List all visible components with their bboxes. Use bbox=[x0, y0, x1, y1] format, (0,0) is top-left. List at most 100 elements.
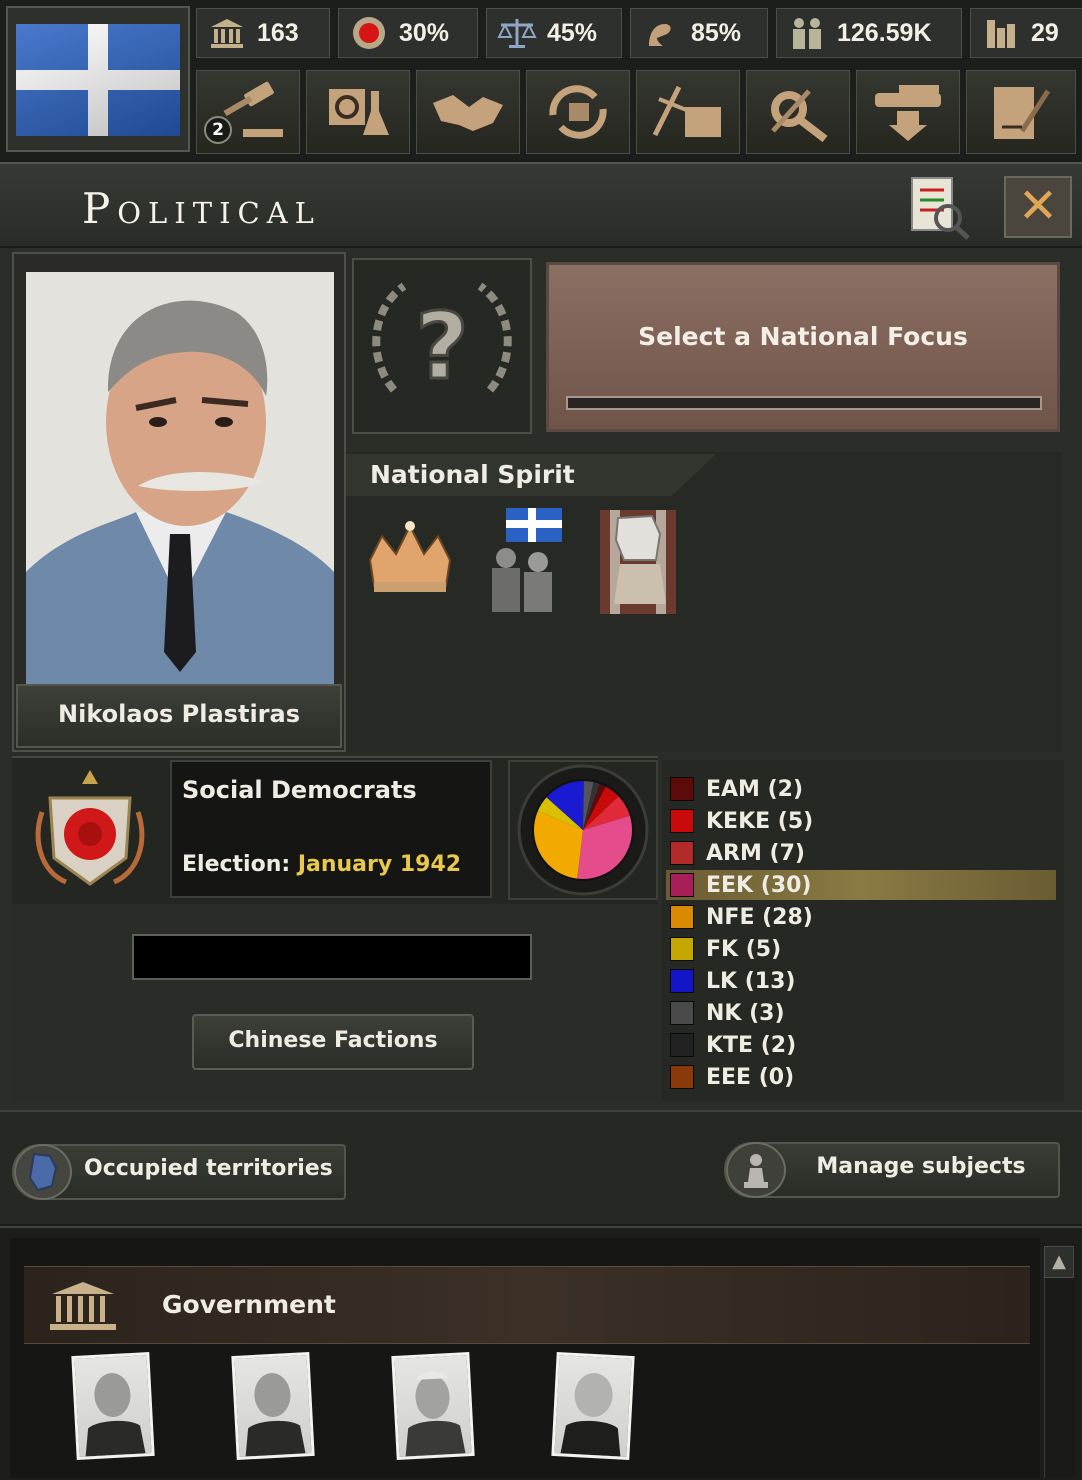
party-list-label: EEK (30) bbox=[706, 872, 812, 898]
manpower-counter[interactable]: 85% bbox=[630, 8, 768, 58]
war-support-icon bbox=[495, 13, 539, 53]
checklist-icon bbox=[911, 177, 970, 240]
minister-portrait-icon bbox=[560, 1373, 621, 1457]
party-list-item[interactable]: NFE (28) bbox=[666, 902, 1056, 932]
party-color-swatch bbox=[670, 777, 694, 801]
occupied-territories-label: Occupied territories bbox=[84, 1156, 333, 1181]
occupied-territories-icon bbox=[14, 1144, 72, 1200]
leader-name: Nikolaos Plastiras bbox=[58, 700, 300, 728]
page-title: Political bbox=[82, 184, 321, 233]
war-support-counter[interactable]: 45% bbox=[486, 8, 622, 58]
political-power-counter[interactable]: 163 bbox=[196, 8, 330, 58]
diplomacy-button[interactable] bbox=[416, 70, 520, 154]
government-title: Government bbox=[162, 1290, 336, 1319]
party-name-field[interactable] bbox=[132, 934, 532, 980]
stability-counter[interactable]: 30% bbox=[338, 8, 478, 58]
spirit-soldiers-flag[interactable] bbox=[476, 504, 572, 620]
intelligence-button[interactable] bbox=[966, 70, 1076, 154]
national-spirit-title: National Spirit bbox=[370, 460, 575, 489]
party-color-swatch bbox=[670, 905, 694, 929]
party-emblem[interactable] bbox=[20, 762, 160, 902]
select-national-focus-label: Select a National Focus bbox=[638, 322, 968, 351]
party-list-item[interactable]: LK (13) bbox=[666, 966, 1056, 996]
rose-emblem-icon bbox=[35, 770, 145, 886]
party-list-item[interactable]: EEE (0) bbox=[666, 1062, 1056, 1092]
focus-progress-bar bbox=[566, 396, 1042, 410]
election-label: Election: bbox=[182, 852, 298, 877]
party-list-item[interactable]: NK (3) bbox=[666, 998, 1056, 1028]
party-list-label: EAM (2) bbox=[706, 776, 804, 802]
stability-icon bbox=[347, 13, 391, 53]
party-popularity-pie bbox=[517, 764, 649, 896]
army-counter[interactable]: 126.59K bbox=[776, 8, 962, 58]
manage-subjects-label: Manage subjects bbox=[816, 1154, 1026, 1179]
factory-icon bbox=[979, 13, 1023, 53]
party-list-item[interactable]: KTE (2) bbox=[666, 1030, 1056, 1060]
government-scrollbar[interactable] bbox=[1044, 1246, 1075, 1478]
leader-portrait-image bbox=[26, 272, 334, 684]
party-color-swatch bbox=[670, 873, 694, 897]
election-date: January 1942 bbox=[297, 852, 462, 877]
party-popularity-pie-frame[interactable] bbox=[508, 760, 658, 900]
scroll-up-button[interactable]: ▲ bbox=[1044, 1246, 1074, 1278]
party-color-swatch bbox=[670, 1001, 694, 1025]
leader-portrait[interactable] bbox=[26, 272, 334, 684]
ruling-party-name: Social Democrats bbox=[182, 776, 417, 804]
party-list-item[interactable]: FK (5) bbox=[666, 934, 1056, 964]
production-icon bbox=[771, 89, 828, 143]
party-color-swatch bbox=[670, 809, 694, 833]
minister-portrait-4[interactable] bbox=[551, 1352, 635, 1460]
crown-icon bbox=[368, 521, 452, 592]
fist-on-map-icon bbox=[600, 510, 676, 614]
minister-portrait-3[interactable] bbox=[391, 1352, 475, 1460]
logistics-tank-icon bbox=[875, 85, 941, 141]
research-icon bbox=[329, 89, 389, 135]
soldiers-icon bbox=[785, 13, 829, 53]
party-color-swatch bbox=[670, 937, 694, 961]
close-button[interactable]: ✕ bbox=[1004, 176, 1072, 238]
minister-portrait-icon bbox=[245, 1373, 306, 1457]
construction-button[interactable] bbox=[636, 70, 740, 154]
minister-portrait-icon bbox=[85, 1373, 146, 1457]
question-mark-icon: ? bbox=[372, 282, 512, 402]
party-color-swatch bbox=[670, 1065, 694, 1089]
logistics-button[interactable] bbox=[856, 70, 960, 154]
svg-text:?: ? bbox=[415, 293, 468, 400]
party-list-label: KTE (2) bbox=[706, 1032, 797, 1058]
party-list-item[interactable]: ARM (7) bbox=[666, 838, 1056, 868]
research-button[interactable] bbox=[306, 70, 410, 154]
trade-button[interactable] bbox=[526, 70, 630, 154]
government-building-icon bbox=[48, 1280, 118, 1332]
construction-icon bbox=[652, 85, 721, 137]
trade-icon bbox=[549, 85, 607, 139]
army-value: 126.59K bbox=[837, 18, 932, 47]
stability-value: 30% bbox=[399, 18, 450, 47]
party-list-item[interactable]: EAM (2) bbox=[666, 774, 1056, 804]
party-color-swatch bbox=[670, 841, 694, 865]
party-list-label: KEKE (5) bbox=[706, 808, 814, 834]
party-list-label: EEE (0) bbox=[706, 1064, 795, 1090]
spirit-crown[interactable] bbox=[362, 504, 458, 620]
minister-portrait-1[interactable] bbox=[71, 1352, 155, 1460]
chess-pawn-icon bbox=[726, 1142, 786, 1198]
soldiers-with-flag-icon bbox=[492, 508, 562, 612]
manpower-icon bbox=[639, 13, 683, 53]
party-list-item[interactable]: EEK (30) bbox=[666, 870, 1056, 900]
party-list-label: ARM (7) bbox=[706, 840, 805, 866]
party-color-swatch bbox=[670, 1033, 694, 1057]
greece-flag-icon bbox=[16, 24, 180, 136]
spirit-fist[interactable] bbox=[590, 504, 686, 620]
minister-portrait-2[interactable] bbox=[231, 1352, 315, 1460]
party-list-label: FK (5) bbox=[706, 936, 782, 962]
party-list-label: NFE (28) bbox=[706, 904, 813, 930]
election-info: Election: January 1942 bbox=[182, 852, 461, 877]
national-focus-icon-frame[interactable]: ? bbox=[352, 258, 532, 434]
production-button[interactable] bbox=[746, 70, 850, 154]
political-power-icon bbox=[205, 13, 249, 53]
party-list-item[interactable]: KEKE (5) bbox=[666, 806, 1056, 836]
close-icon: ✕ bbox=[1017, 178, 1059, 234]
checklist-button[interactable] bbox=[906, 172, 972, 242]
factories-counter[interactable]: 29 bbox=[970, 8, 1082, 58]
factories-value: 29 bbox=[1031, 18, 1059, 47]
chevron-up-icon: ▲ bbox=[1052, 1251, 1066, 1272]
